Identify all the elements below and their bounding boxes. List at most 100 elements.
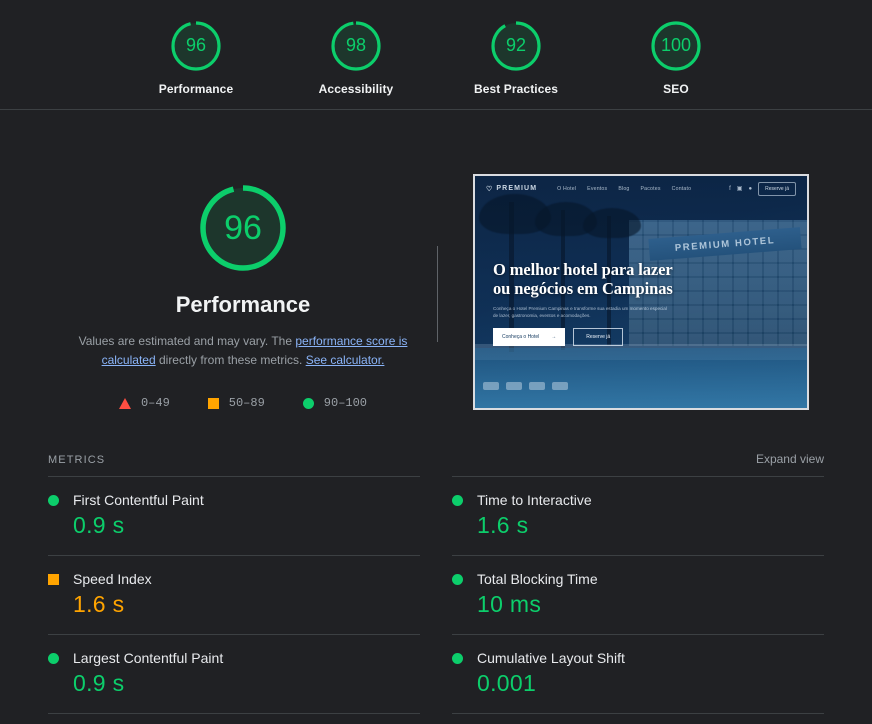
performance-gauge-large: 96 bbox=[195, 180, 291, 276]
facebook-icon: f bbox=[729, 185, 731, 192]
score-gauge-best-practices[interactable]: 92 Best Practices bbox=[464, 18, 568, 96]
legend-range-pass: 90–100 bbox=[323, 396, 368, 410]
metric-value: 0.001 bbox=[477, 670, 537, 696]
captured-site-navbar: ♡ PREMIUM O Hotel Eventos Blog Pacotes C… bbox=[475, 176, 807, 201]
metric-speed-index[interactable]: Speed Index 1.6 s bbox=[48, 555, 420, 634]
lounge-chair bbox=[506, 382, 522, 390]
metric-label: Cumulative Layout Shift bbox=[477, 650, 625, 666]
hero-primary-button-label: Conheça o Hotel bbox=[502, 334, 540, 340]
nav-link-o-hotel: O Hotel bbox=[557, 185, 577, 192]
final-screenshot-thumbnail[interactable]: PREMIUM HOTEL ♡ PREMIUM O Hotel Eventos … bbox=[473, 174, 809, 410]
nav-link-contato: Contato bbox=[671, 185, 692, 192]
captured-page-render: PREMIUM HOTEL ♡ PREMIUM O Hotel Eventos … bbox=[475, 176, 807, 408]
captured-nav-links: O Hotel Eventos Blog Pacotes Contato bbox=[557, 186, 691, 192]
legend-item-pass: 90–100 bbox=[302, 396, 368, 410]
score-gauge-performance[interactable]: 96 Performance bbox=[144, 18, 248, 96]
triangle-fail-icon bbox=[118, 397, 131, 409]
description-text-part-1: Values are estimated and may vary. The bbox=[78, 334, 296, 348]
description-text-part-2: directly from these metrics. bbox=[155, 353, 306, 367]
metric-total-blocking-time[interactable]: Total Blocking Time 10 ms bbox=[452, 555, 824, 634]
metric-label: Time to Interactive bbox=[477, 492, 592, 508]
metrics-grid: First Contentful Paint 0.9 s Speed Index… bbox=[48, 476, 824, 714]
status-pass-icon bbox=[452, 652, 463, 664]
hero-subtext: Conheça o Hotel Premium Campinas e trans… bbox=[493, 305, 673, 319]
legend-item-fail: 0–49 bbox=[118, 396, 170, 410]
metric-value: 1.6 s bbox=[477, 512, 529, 538]
category-summary: 96 Performance Values are estimated and … bbox=[48, 174, 438, 410]
gauge-ring-accessibility: 98 bbox=[328, 18, 384, 74]
status-pass-icon bbox=[48, 494, 59, 506]
metrics-section: METRICS Expand view First Contentful Pai… bbox=[0, 452, 872, 714]
metrics-column-left: First Contentful Paint 0.9 s Speed Index… bbox=[48, 476, 420, 714]
gauge-score-accessibility: 98 bbox=[345, 35, 367, 55]
metric-label: Speed Index bbox=[73, 571, 152, 587]
hero-vertical-divider bbox=[437, 246, 438, 342]
metric-label: Largest Contentful Paint bbox=[73, 650, 224, 666]
swimming-pool bbox=[475, 348, 807, 408]
metric-header: Speed Index bbox=[48, 571, 420, 587]
metric-cumulative-layout-shift[interactable]: Cumulative Layout Shift 0.001 bbox=[452, 634, 824, 714]
legend-range-average: 50–89 bbox=[228, 396, 265, 410]
gauge-score-best-practices: 92 bbox=[505, 35, 527, 55]
metric-first-contentful-paint[interactable]: First Contentful Paint 0.9 s bbox=[48, 476, 420, 555]
gauge-label-best-practices: Best Practices bbox=[473, 81, 559, 96]
metric-value: 0.9 s bbox=[73, 670, 125, 696]
social-icons: f ▣ ● Reserve já bbox=[729, 181, 796, 196]
category-description: Values are estimated and may vary. The p… bbox=[73, 332, 413, 370]
metric-header: Time to Interactive bbox=[452, 492, 824, 508]
hero-row: 96 Performance Values are estimated and … bbox=[48, 174, 824, 410]
metric-value: 10 ms bbox=[477, 591, 542, 617]
hero-heading-line-2: ou negócios em Campinas bbox=[493, 279, 673, 298]
navbar-reserve-button: Reserve já bbox=[758, 181, 796, 196]
gauge-score-performance: 96 bbox=[185, 35, 207, 55]
metric-largest-contentful-paint[interactable]: Largest Contentful Paint 0.9 s bbox=[48, 634, 420, 714]
category-title: Performance bbox=[175, 292, 311, 317]
performance-category-section: 96 Performance Values are estimated and … bbox=[0, 110, 872, 410]
performance-score-value: 96 bbox=[224, 208, 262, 247]
score-header: 96 Performance 98 Accessibility 92 Best … bbox=[0, 0, 872, 110]
score-legend: 0–49 50–89 90–100 bbox=[118, 396, 368, 410]
metrics-column-right: Time to Interactive 1.6 s Total Blocking… bbox=[452, 476, 824, 714]
gauge-score-seo: 100 bbox=[660, 35, 692, 55]
metric-header: Total Blocking Time bbox=[452, 571, 824, 587]
expand-view-toggle[interactable]: Expand view bbox=[756, 452, 824, 466]
square-average-icon bbox=[207, 397, 219, 409]
gauge-label-seo: SEO bbox=[663, 81, 689, 96]
metric-time-to-interactive[interactable]: Time to Interactive 1.6 s bbox=[452, 476, 824, 555]
gauge-ring-best-practices: 92 bbox=[488, 18, 544, 74]
lounge-chair bbox=[483, 382, 499, 390]
metrics-header: METRICS Expand view bbox=[48, 452, 824, 476]
gauge-ring-seo: 100 bbox=[648, 18, 704, 74]
status-average-icon bbox=[48, 573, 59, 585]
score-gauge-accessibility[interactable]: 98 Accessibility bbox=[304, 18, 408, 96]
instagram-icon: ▣ bbox=[736, 186, 743, 192]
see-calculator-link[interactable]: See calculator. bbox=[306, 353, 385, 367]
score-gauge-seo[interactable]: 100 SEO bbox=[624, 18, 728, 96]
nav-link-eventos: Eventos bbox=[587, 185, 608, 192]
lounge-chair bbox=[552, 382, 568, 390]
metric-header: Largest Contentful Paint bbox=[48, 650, 420, 666]
circle-pass-icon bbox=[302, 397, 314, 409]
metric-label: First Contentful Paint bbox=[73, 492, 204, 508]
lighthouse-report: 96 Performance 98 Accessibility 92 Best … bbox=[0, 0, 872, 724]
legend-range-fail: 0–49 bbox=[140, 396, 170, 410]
arrow-right-icon: → bbox=[551, 334, 557, 340]
metric-value: 0.9 s bbox=[73, 512, 125, 538]
final-screenshot-container: PREMIUM HOTEL ♡ PREMIUM O Hotel Eventos … bbox=[438, 174, 824, 410]
whatsapp-icon: ● bbox=[748, 185, 753, 192]
hero-primary-button: Conheça o Hotel → bbox=[493, 328, 566, 346]
nav-link-pacotes: Pacotes bbox=[640, 185, 661, 192]
captured-hero-block: O melhor hotel para lazer ou negócios em… bbox=[493, 260, 673, 346]
site-logo: ♡ PREMIUM bbox=[486, 185, 537, 193]
heart-icon: ♡ bbox=[486, 185, 494, 193]
metric-label: Total Blocking Time bbox=[477, 571, 598, 587]
legend-item-average: 50–89 bbox=[207, 396, 265, 410]
palm-fronds-3 bbox=[583, 208, 641, 238]
metrics-section-title: METRICS bbox=[48, 454, 106, 466]
status-pass-icon bbox=[452, 573, 463, 585]
status-pass-icon bbox=[48, 652, 59, 664]
metric-header: First Contentful Paint bbox=[48, 492, 420, 508]
hero-secondary-button: Reserve já bbox=[573, 328, 624, 346]
lounge-chair bbox=[529, 382, 545, 390]
status-pass-icon bbox=[452, 494, 463, 506]
